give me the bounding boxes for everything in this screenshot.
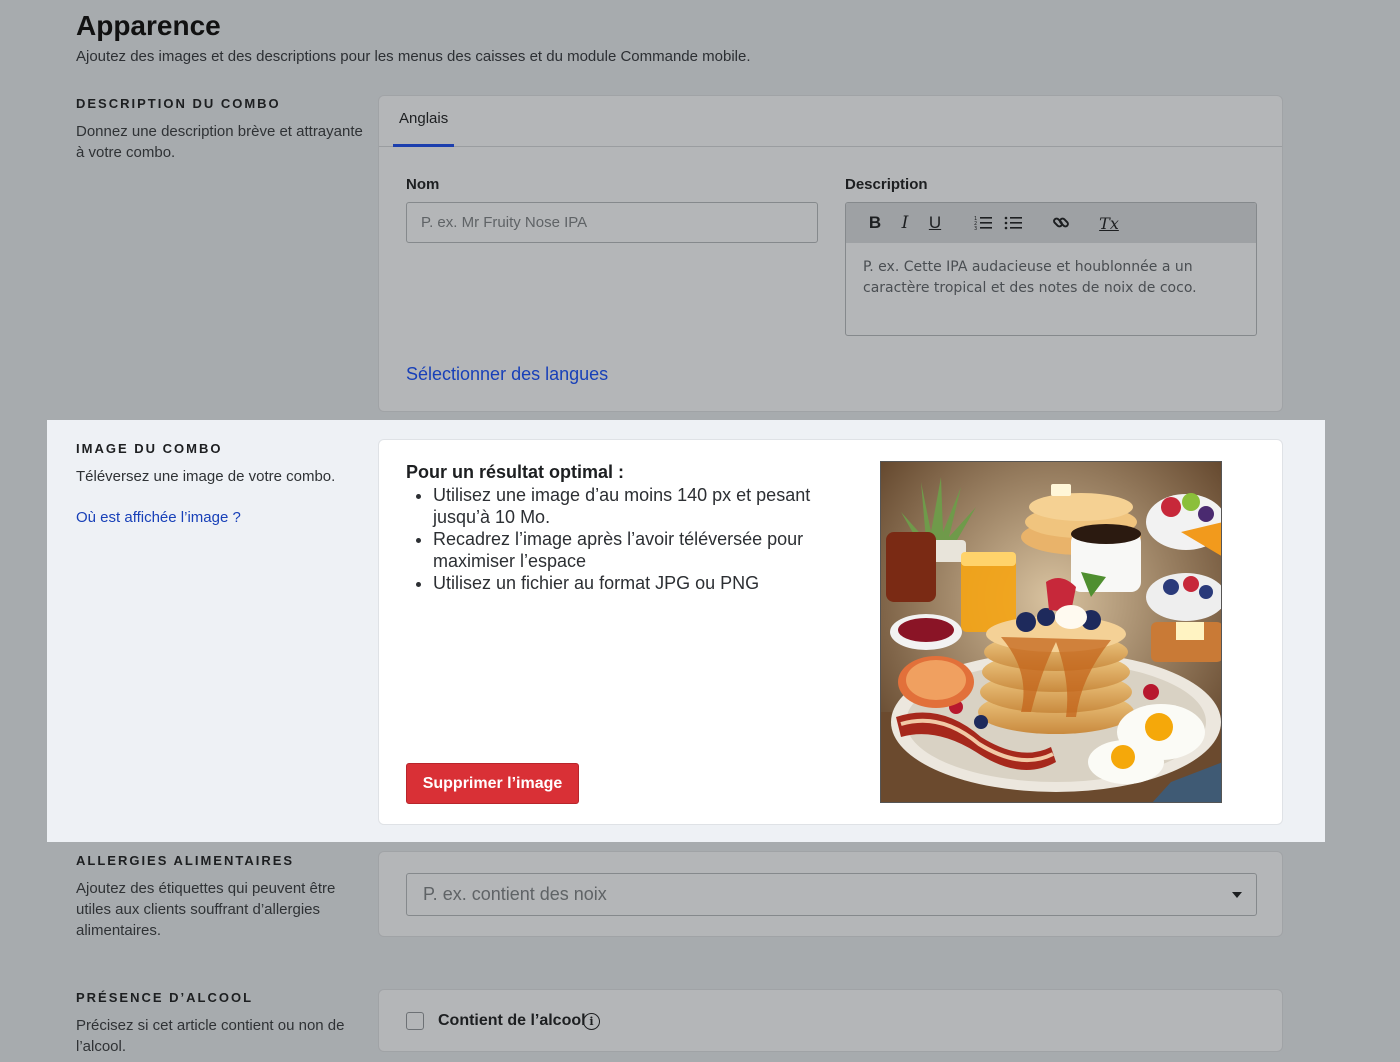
name-input[interactable] [406,202,818,243]
image-card: Pour un résultat optimal : Utilisez une … [378,439,1283,825]
image-help: Téléversez une image de votre combo. [76,468,336,485]
description-section-label: DESCRIPTION DU COMBO Donnez une descript… [76,96,366,163]
description-card: Anglais Nom Description B I U 1 2 3 [378,95,1283,412]
description-editor: B I U 1 2 3 Tx P. ex. Cette IPA audacieu… [845,202,1257,336]
link-icon[interactable] [1046,210,1076,236]
bold-button[interactable]: B [860,210,890,236]
italic-button[interactable]: I [890,210,920,236]
ordered-list-icon[interactable]: 1 2 3 [968,210,998,236]
description-heading: DESCRIPTION DU COMBO [76,96,281,111]
page-subtitle: Ajoutez des images et des descriptions p… [76,48,751,65]
optimal-tips: Utilisez une image d’au moins 140 px et … [433,484,833,594]
description-textarea[interactable]: P. ex. Cette IPA audacieuse et houblonné… [846,243,1256,313]
allergy-select-placeholder: P. ex. contient des noix [423,884,607,904]
alcohol-section-label: PRÉSENCE D’ALCOOL Précisez si cet articl… [76,990,366,1057]
combo-image[interactable] [880,461,1222,803]
language-tabs: Anglais [379,96,1282,147]
tab-anglais[interactable]: Anglais [393,96,455,147]
optimal-title: Pour un résultat optimal : [406,462,625,482]
editor-toolbar: B I U 1 2 3 Tx [846,203,1256,243]
tip-item: Utilisez un fichier au format JPG ou PNG [433,572,833,594]
select-languages-link[interactable]: Sélectionner des langues [406,364,608,385]
contains-alcohol-checkbox[interactable] [406,1012,424,1030]
tip-item: Utilisez une image d’au moins 140 px et … [433,484,833,528]
tip-item: Recadrez l’image après l’avoir téléversé… [433,528,833,572]
underline-button[interactable]: U [920,210,950,236]
info-icon[interactable]: i [583,1013,600,1030]
alcohol-help: Précisez si cet article contient ou non … [76,1017,345,1055]
description-help: Donnez une description brève et attrayan… [76,123,363,161]
allergy-section-label: ALLERGIES ALIMENTAIRES Ajoutez des étiqu… [76,853,366,941]
svg-text:3: 3 [974,226,977,231]
contains-alcohol-label[interactable]: Contient de l’alcool [438,1012,586,1030]
image-heading: IMAGE DU COMBO [76,441,223,456]
alcohol-card: Contient de l’alcool i [378,989,1283,1052]
delete-image-button[interactable]: Supprimer l’image [406,763,579,804]
alcohol-heading: PRÉSENCE D’ALCOOL [76,990,254,1005]
page-header: Apparence Ajoutez des images et des desc… [76,10,751,65]
allergy-help: Ajoutez des étiquettes qui peuvent être … [76,880,336,939]
image-location-link[interactable]: Où est affichée l’image ? [76,509,241,526]
name-label: Nom [406,176,440,193]
clear-format-button[interactable]: Tx [1094,210,1124,236]
image-section-label: IMAGE DU COMBO Téléversez une image de v… [76,441,366,527]
description-label: Description [845,176,928,193]
allergy-select[interactable]: P. ex. contient des noix [406,873,1257,916]
caret-down-icon [1232,892,1242,898]
page-title: Apparence [76,10,221,41]
bullet-list-icon[interactable] [998,210,1028,236]
allergy-card: P. ex. contient des noix [378,851,1283,937]
allergy-heading: ALLERGIES ALIMENTAIRES [76,853,295,868]
